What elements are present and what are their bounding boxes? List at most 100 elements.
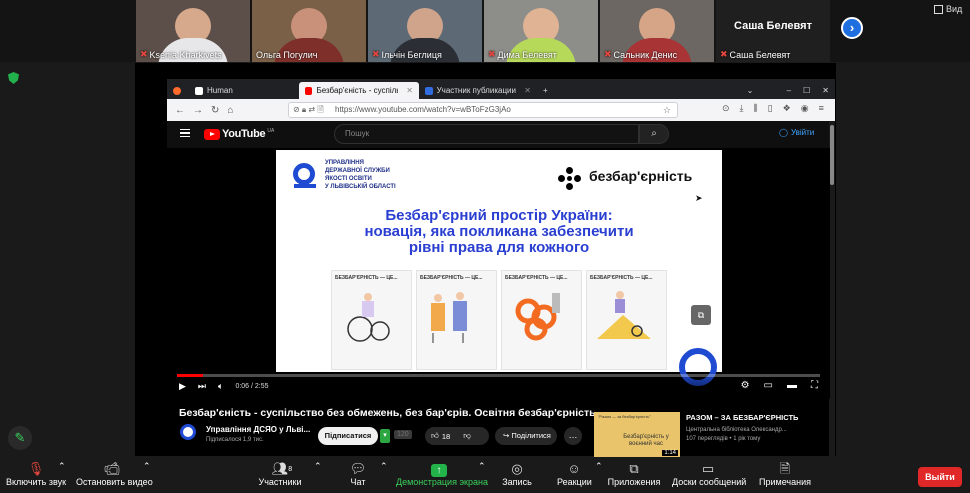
mic-muted-icon: ✖ <box>604 49 612 59</box>
youtube-logo[interactable]: YouTube UA <box>204 128 274 140</box>
tab-human[interactable]: Human <box>189 82 299 99</box>
participant-tile[interactable]: Саша Белевят ✖ Саша Белевят <box>716 0 830 62</box>
pocket-icon[interactable]: ⊙ <box>722 103 730 114</box>
recommended-video-title[interactable]: РАЗОМ – ЗА БЕЗБАР'ЄРНІСТЬ <box>686 413 798 422</box>
like-button[interactable]: 👍︎ 18 👎︎ <box>425 427 489 445</box>
thumbs-down-icon[interactable]: 👎︎ <box>463 431 471 441</box>
org-logo <box>293 163 316 188</box>
recommended-video-thumbnail[interactable]: "Разом — за безбар'єрність" Безбар'єрніс… <box>594 412 680 458</box>
search-input[interactable]: Пошук <box>334 124 639 144</box>
channel-name[interactable]: Управління ДСЯО у Льві... <box>206 425 310 434</box>
close-tab-icon[interactable]: ✕ <box>524 86 531 95</box>
search-icon[interactable]: ⌕ <box>639 124 669 144</box>
reactions-button[interactable]: ☺ Реакции <box>557 461 592 487</box>
reactions-options-icon[interactable]: ⌃ <box>595 461 603 472</box>
participant-tile[interactable]: ✖ Ільчін Беглиця <box>368 0 482 62</box>
tab-list-icon[interactable]: ⌄ <box>741 82 781 99</box>
participant-name: Саша Белевят <box>729 49 791 60</box>
sign-in-button[interactable]: ◯ Увійти <box>779 128 814 137</box>
youtube-header: YouTube UA Пошук ⌕ ◯ Увійти <box>167 121 830 148</box>
miniplayer-toggle-icon[interactable]: ▭ <box>764 380 773 391</box>
unmute-button[interactable]: 🎙︎ Включить звук <box>6 461 66 487</box>
next-page-button[interactable]: › <box>841 17 863 39</box>
home-icon[interactable]: ⌂ <box>227 105 233 116</box>
account-icon[interactable]: ◉ <box>801 103 809 114</box>
next-video-icon[interactable]: ⏭ <box>198 381 206 392</box>
audio-options-icon[interactable]: ⌃ <box>58 461 66 472</box>
illustration-panel: БЕЗБАР'ЄРНІСТЬ — ЦЕ... <box>416 270 497 370</box>
view-button[interactable]: Вид <box>934 4 962 14</box>
recommended-channel: Центральна бібліотека Олександр... <box>686 427 787 433</box>
sidebar-icon[interactable]: ▯ <box>768 103 773 114</box>
participant-tile[interactable]: ✖ Дима Белевят <box>484 0 598 62</box>
site-security-icon[interactable]: ⊘ 🔒︎ ⇄ 🗎 <box>293 103 324 117</box>
grid-icon <box>934 4 943 14</box>
window-minimize-icon[interactable]: – <box>781 82 797 99</box>
youtube-play-icon <box>204 128 220 140</box>
window-maximize-icon[interactable]: ☐ <box>797 82 816 99</box>
volume-icon[interactable]: 🔈︎ <box>218 381 223 392</box>
record-button[interactable]: ◎ Запись <box>502 461 532 487</box>
video-progress-bar[interactable] <box>177 374 820 377</box>
download-icon[interactable]: ⤓ <box>740 103 744 114</box>
participant-tile[interactable]: Ольга Погулич <box>252 0 366 62</box>
share-options-icon[interactable]: ⌃ <box>478 461 486 472</box>
participants-icon: 👥︎ 8 <box>271 461 293 476</box>
illustration-panel: БЕЗБАР'ЄРНІСТЬ — ЦЕ... <box>586 270 667 370</box>
chat-button[interactable]: 💬︎ Чат <box>348 461 368 487</box>
close-tab-icon[interactable]: ✕ <box>406 86 413 95</box>
window-close-icon[interactable]: ✕ <box>816 82 835 99</box>
notes-button[interactable]: 🗎 Примечания <box>758 461 812 487</box>
video-duration: 1:14 <box>662 450 678 456</box>
apps-button[interactable]: ⧉ Приложения <box>607 461 661 487</box>
channel-avatar[interactable] <box>180 424 196 440</box>
user-icon: ◯ <box>779 128 788 137</box>
video-options-icon[interactable]: ⌃ <box>143 461 151 472</box>
app-menu-icon[interactable]: ≡ <box>819 103 824 114</box>
youtube-favicon-icon <box>305 86 313 95</box>
zoom-window: ✖ Ksenia Kharkivets Ольга Погулич ✖ Ільчін… <box>0 0 970 493</box>
thumbs-up-icon: 👍︎ <box>431 431 439 440</box>
video-title: Безбар'єність - суспільство без обмежень… <box>179 407 596 419</box>
firefox-menu-icon[interactable] <box>167 82 189 99</box>
stop-video-button[interactable]: 📹︎ Остановить видео <box>76 461 153 487</box>
tab-youtube[interactable]: Безбар'єність - суспільс ✕ <box>299 82 419 99</box>
participant-tile[interactable]: ✖ Сальник Денис <box>600 0 714 62</box>
chat-options-icon[interactable]: ⌃ <box>380 461 388 472</box>
fullscreen-icon[interactable]: ⛶ <box>811 380 818 391</box>
tab-publication[interactable]: Участник публикации - ✕ <box>419 82 537 99</box>
theater-mode-icon[interactable]: ▬ <box>787 380 797 391</box>
participants-options-icon[interactable]: ⌃ <box>314 461 322 472</box>
hamburger-menu-icon[interactable] <box>180 129 190 137</box>
miniplayer-icon[interactable]: ⧉ <box>691 305 711 325</box>
library-icon[interactable]: ⫼ <box>754 103 758 114</box>
mic-off-icon: 🎙︎ <box>27 461 45 476</box>
extension-icon[interactable]: ❖ <box>783 103 791 114</box>
new-tab-button[interactable]: + <box>537 82 554 99</box>
url-bar[interactable]: ⊘ 🔒︎ ⇄ 🗎 https://www.youtube.com/watch?v… <box>288 102 678 118</box>
mic-muted-icon: ✖ <box>488 49 496 59</box>
participant-name-large: Саша Белевят <box>734 20 812 32</box>
back-icon[interactable]: ← <box>175 105 185 116</box>
participant-name: Ільчін Беглиця <box>381 49 442 60</box>
share-screen-button[interactable]: ↑ Демонстрация экрана <box>396 461 488 487</box>
forward-icon[interactable]: → <box>193 105 203 116</box>
leave-button[interactable]: Выйти <box>918 467 962 487</box>
more-options-icon[interactable]: … <box>564 427 582 445</box>
participants-button[interactable]: 👥︎ 8 Участники <box>258 461 302 487</box>
bookmark-star-icon[interactable]: ☆ <box>663 103 671 117</box>
participant-name: Ольга Погулич <box>256 50 318 60</box>
subscribe-extension-icon[interactable]: ▾ <box>380 429 390 443</box>
video-controls: ▶ ⏭ 🔈︎ 0:06 / 2:55 ⚙ ▭ ▬ ⛶ <box>167 372 830 399</box>
mouse-cursor-icon: ➤ <box>695 193 703 203</box>
security-shield-icon[interactable] <box>8 72 19 84</box>
whiteboards-button[interactable]: ▭ Доски сообщений <box>672 461 746 487</box>
chat-icon: 💬︎ <box>349 461 367 476</box>
share-button[interactable]: ↪ Поділитися <box>495 427 557 445</box>
participant-tile[interactable]: ✖ Ksenia Kharkivets <box>136 0 250 62</box>
settings-gear-icon[interactable]: ⚙ <box>741 380 750 391</box>
play-icon[interactable]: ▶ <box>179 381 186 392</box>
annotate-pen-icon[interactable]: ✎ <box>8 426 32 450</box>
subscribe-button[interactable]: Підписатися <box>318 427 378 445</box>
reload-icon[interactable]: ↻ <box>211 105 219 116</box>
